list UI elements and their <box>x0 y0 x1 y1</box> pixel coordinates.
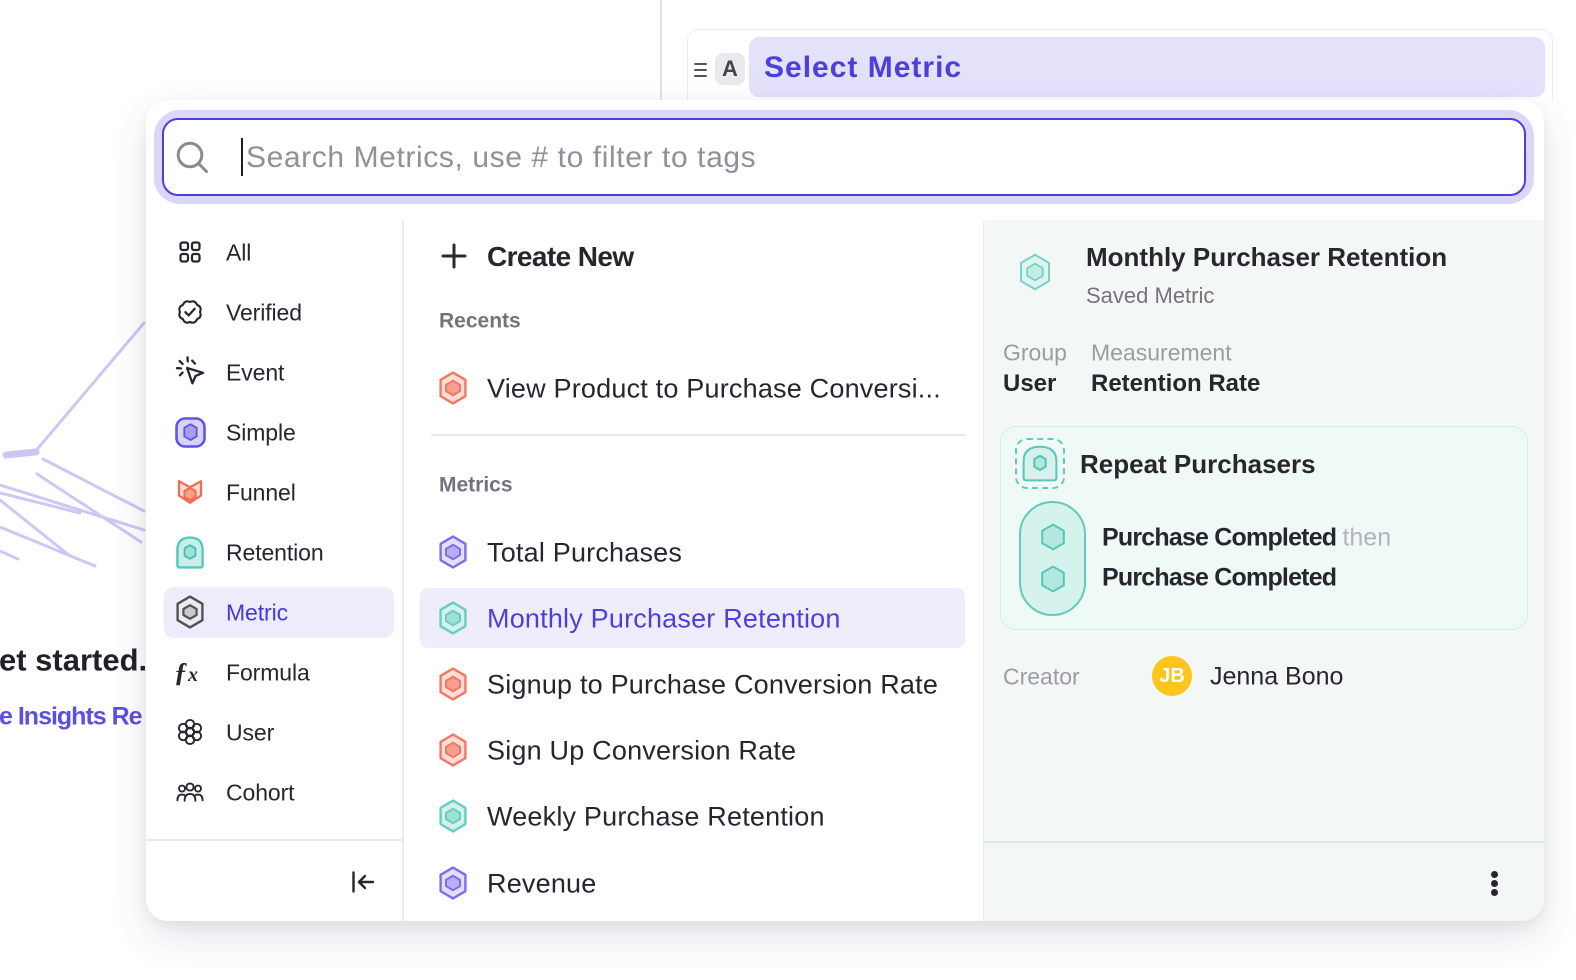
svg-text:ƒ: ƒ <box>174 657 188 687</box>
svg-text:x: x <box>187 664 198 686</box>
